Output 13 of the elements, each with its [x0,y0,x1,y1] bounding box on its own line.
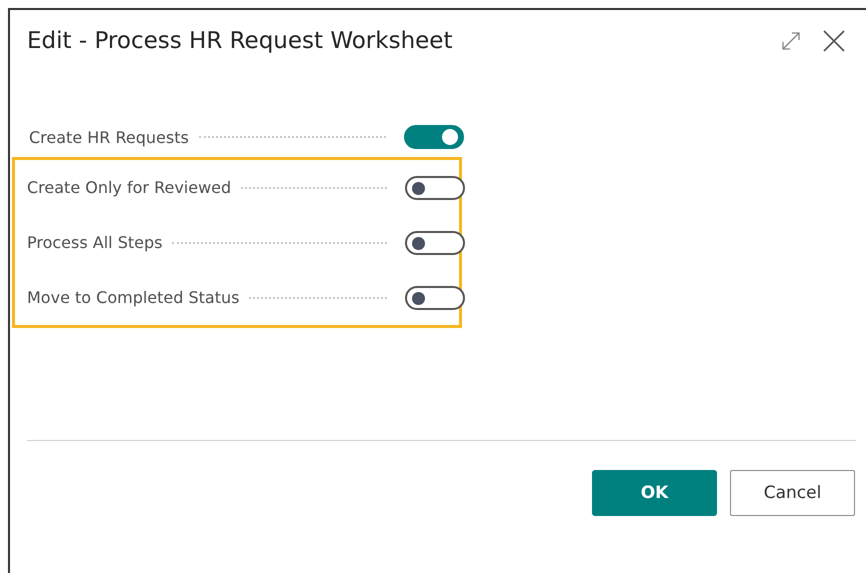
field-label: Create Only for Reviewed [27,178,232,197]
expand-icon[interactable] [780,30,802,52]
close-icon[interactable] [822,29,846,53]
cancel-button[interactable]: Cancel [730,470,855,516]
dialog-title: Edit - Process HR Request Worksheet [27,28,454,54]
toggle-switch[interactable] [405,176,465,200]
field-label: Process All Steps [27,233,164,252]
toggle-switch[interactable] [405,286,465,310]
field-label: Move to Completed Status [27,288,240,307]
field-label: Create HR Requests [29,128,190,146]
toggle-switch[interactable] [404,125,464,149]
toggle-switch[interactable] [405,230,465,254]
ok-button[interactable]: OK [592,470,717,516]
